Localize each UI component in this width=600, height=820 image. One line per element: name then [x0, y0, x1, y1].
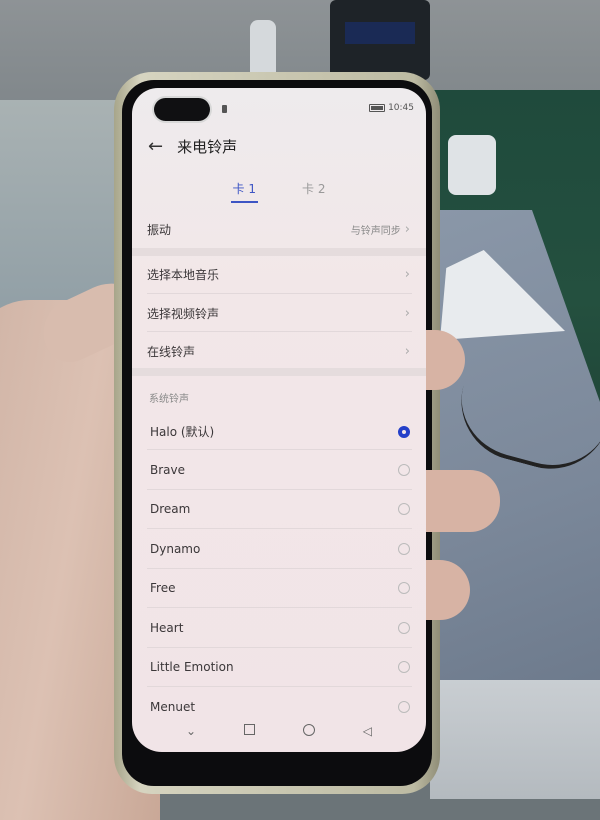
nav-hide-button[interactable]: ⌄: [186, 724, 196, 738]
vibration-value: 与铃声同步: [350, 226, 401, 237]
ringtone-item[interactable]: Little Emotion: [150, 660, 410, 674]
divider: [147, 528, 412, 529]
section-gap: [132, 248, 426, 256]
ringtone-item[interactable]: Dream: [150, 502, 410, 516]
ringtone-item[interactable]: Menuet: [150, 700, 410, 714]
background-spool: [448, 135, 496, 195]
divider: [147, 646, 412, 648]
option-label: 在线铃声: [147, 345, 196, 359]
ringtone-item[interactable]: Heart: [150, 621, 410, 635]
chevron-right-icon: ›: [404, 267, 410, 282]
vibration-row[interactable]: 振动 与铃声同步 ›: [147, 221, 410, 238]
nav-home-circle-icon[interactable]: [302, 724, 315, 736]
divider: [147, 567, 412, 569]
option-online-ringtone[interactable]: 在线铃声 ›: [147, 343, 410, 360]
finger: [415, 470, 500, 532]
vibration-label: 振动: [147, 223, 172, 237]
battery-icon: [369, 104, 386, 112]
ringtone-name: Free: [150, 581, 176, 595]
radio-unselected-icon[interactable]: [398, 661, 410, 673]
radio-unselected-icon[interactable]: [398, 700, 410, 713]
ringtone-name: Brave: [150, 462, 186, 477]
ringtone-name: Dream: [150, 502, 191, 516]
status-bar: 10:45: [369, 103, 414, 113]
header: ← 来电铃声: [148, 136, 237, 157]
tab-sim2[interactable]: 卡 2: [302, 180, 325, 203]
ringtone-name: Dynamo: [150, 541, 201, 556]
tab-sim1[interactable]: 卡 1: [230, 180, 259, 203]
status-time: 10:45: [388, 103, 414, 113]
background-machine-display: [345, 22, 415, 44]
background-bottle: [250, 20, 276, 80]
divider: [147, 686, 412, 687]
page-title: 来电铃声: [177, 138, 238, 156]
back-arrow-icon[interactable]: ←: [148, 137, 163, 156]
radio-unselected-icon[interactable]: [398, 621, 410, 634]
divider: [147, 293, 412, 294]
ringtone-item[interactable]: Dynamo: [150, 542, 410, 556]
radio-unselected-icon[interactable]: [398, 503, 410, 515]
divider: [147, 331, 412, 332]
system-ringtones-header: 系统铃声: [149, 394, 189, 405]
section-gap: [132, 368, 426, 376]
sim-icon: [222, 105, 227, 113]
chevron-right-icon: ›: [404, 344, 410, 359]
radio-selected-icon[interactable]: [398, 425, 410, 438]
option-label: 选择本地音乐: [147, 268, 220, 282]
option-label: 选择视频铃声: [147, 307, 220, 321]
divider: [147, 449, 412, 450]
ringtone-name: Menuet: [150, 699, 196, 714]
radio-unselected-icon[interactable]: [398, 582, 410, 594]
divider: [147, 488, 412, 490]
ringtone-name: Halo (默认): [150, 425, 215, 439]
sim-tabs: 卡 1 卡 2: [132, 180, 426, 203]
ringtone-name: Little Emotion: [150, 660, 234, 674]
chevron-right-icon: ›: [404, 222, 410, 237]
phone-screen: 10:45 ← 来电铃声 卡 1 卡 2 振动 与铃声同步 › 选择本地音乐 ›…: [132, 88, 426, 752]
nav-back-triangle-icon[interactable]: ◁: [363, 724, 372, 738]
navigation-bar: ⌄ ◁: [132, 724, 426, 738]
ringtone-item[interactable]: Halo (默认): [150, 423, 410, 440]
nav-recent-square-icon[interactable]: [243, 724, 255, 735]
chevron-right-icon: ›: [404, 306, 410, 321]
radio-unselected-icon[interactable]: [398, 542, 410, 555]
option-local-music[interactable]: 选择本地音乐 ›: [147, 266, 410, 283]
ringtone-item[interactable]: Brave: [150, 463, 410, 477]
ringtone-name: Heart: [150, 620, 184, 635]
front-camera: [154, 98, 210, 121]
background-bottom: [430, 680, 600, 799]
ringtone-item[interactable]: Free: [150, 581, 410, 595]
option-video-ringtone[interactable]: 选择视频铃声 ›: [147, 305, 410, 322]
radio-unselected-icon[interactable]: [398, 463, 410, 476]
divider: [147, 607, 412, 608]
